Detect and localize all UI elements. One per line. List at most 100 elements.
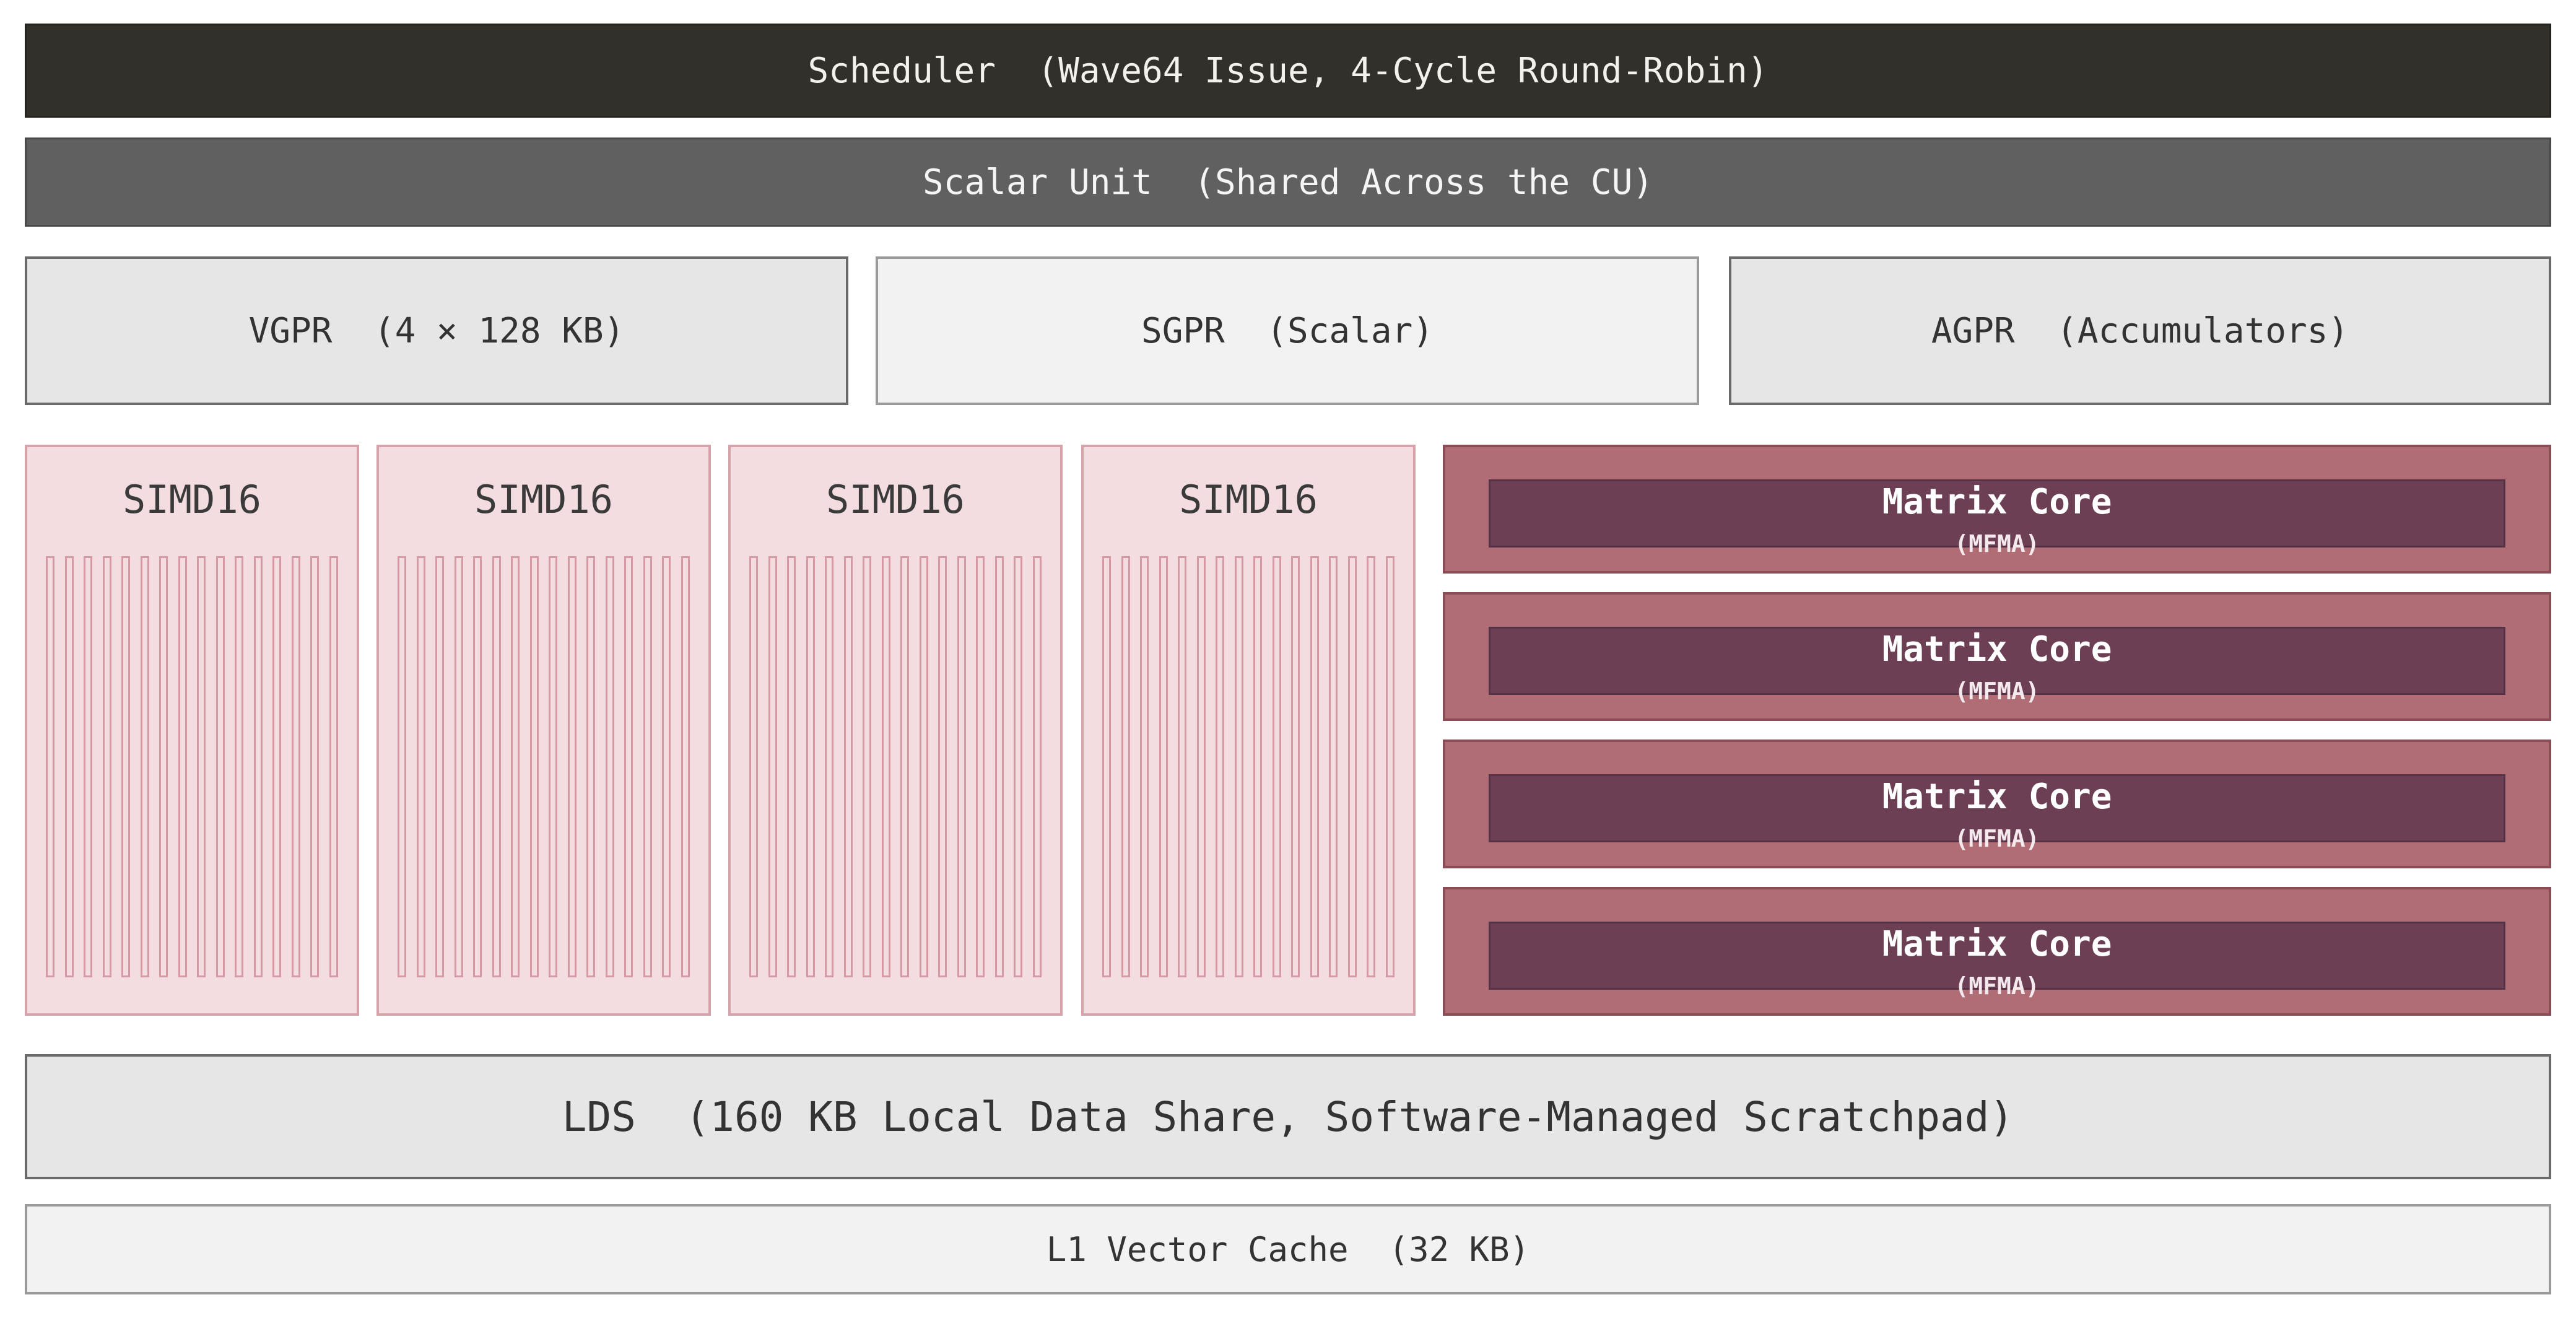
simd-lane xyxy=(64,556,74,977)
simd-lane xyxy=(900,556,910,977)
simd-lane xyxy=(1121,556,1130,977)
simd-lane xyxy=(398,556,406,977)
simd-lane xyxy=(121,556,131,977)
simd-lane xyxy=(806,556,815,977)
matrix-core-4: Matrix Core (MFMA) xyxy=(1443,887,2551,1016)
scheduler-block: Scheduler (Wave64 Issue, 4-Cycle Round-R… xyxy=(25,24,2551,118)
simd-lane xyxy=(159,556,168,977)
matrix-core-label: Matrix Core xyxy=(1882,924,2112,964)
simd-lane xyxy=(1310,556,1319,977)
simd-lane xyxy=(681,556,690,977)
sgpr-label: SGPR (Scalar) xyxy=(1141,310,1434,351)
simd-lane xyxy=(643,556,652,977)
matrix-core-sublabel: (MFMA) xyxy=(1954,678,2040,705)
simd-lane xyxy=(1102,556,1111,977)
simd-lane xyxy=(787,556,796,977)
simd-label: SIMD16 xyxy=(123,477,261,522)
simd-lanes xyxy=(398,556,690,977)
simd-unit-3: SIMD16 xyxy=(728,445,1063,1016)
simd-lane xyxy=(529,556,539,977)
simd-lane xyxy=(253,556,263,977)
matrix-core-sublabel: (MFMA) xyxy=(1954,530,2040,557)
simd-lane xyxy=(919,556,928,977)
simd-lane xyxy=(84,556,93,977)
matrix-core-1: Matrix Core (MFMA) xyxy=(1443,445,2551,574)
simd-unit-4: SIMD16 xyxy=(1081,445,1416,1016)
simd-lane xyxy=(235,556,244,977)
simd-lane xyxy=(197,556,206,977)
simd-lane xyxy=(435,556,445,977)
simd-lane xyxy=(329,556,338,977)
simd-lanes xyxy=(46,556,338,977)
simd-lane xyxy=(1014,556,1023,977)
scheduler-label: Scheduler (Wave64 Issue, 4-Cycle Round-R… xyxy=(807,50,1769,91)
simd-lane xyxy=(46,556,54,977)
simd-unit-2: SIMD16 xyxy=(376,445,711,1016)
simd-lane xyxy=(1178,556,1187,977)
simd-lane xyxy=(624,556,633,977)
simd-lanes xyxy=(1102,556,1395,977)
simd-lane xyxy=(178,556,187,977)
simd-lane xyxy=(291,556,300,977)
simd-lane xyxy=(957,556,966,977)
simd-lane xyxy=(454,556,463,977)
scalar-unit-label: Scalar Unit (Shared Across the CU) xyxy=(922,162,1654,203)
simd-label: SIMD16 xyxy=(826,477,965,522)
simd-label: SIMD16 xyxy=(1179,477,1318,522)
simd-lane xyxy=(215,556,225,977)
simd-lane xyxy=(1253,556,1263,977)
matrix-core-2: Matrix Core (MFMA) xyxy=(1443,592,2551,721)
l1-cache-label: L1 Vector Cache (32 KB) xyxy=(1046,1229,1530,1269)
simd-lane xyxy=(1216,556,1225,977)
simd-lane xyxy=(1032,556,1042,977)
simd-lane xyxy=(938,556,947,977)
matrix-core-label: Matrix Core xyxy=(1882,629,2112,670)
simd-lane xyxy=(881,556,890,977)
simd-lane xyxy=(473,556,482,977)
simd-lane xyxy=(549,556,558,977)
agpr-block: AGPR (Accumulators) xyxy=(1729,256,2551,405)
simd-lanes xyxy=(749,556,1042,977)
lds-label: LDS (160 KB Local Data Share, Software-M… xyxy=(562,1093,2014,1141)
simd-unit-1: SIMD16 xyxy=(25,445,359,1016)
simd-label: SIMD16 xyxy=(474,477,613,522)
simd-lane xyxy=(662,556,671,977)
simd-lane xyxy=(1367,556,1376,977)
simd-lane xyxy=(863,556,872,977)
simd-lane xyxy=(1385,556,1395,977)
simd-lane xyxy=(1140,556,1149,977)
simd-lane xyxy=(1329,556,1338,977)
simd-lane xyxy=(1159,556,1168,977)
simd-lane xyxy=(416,556,425,977)
simd-lane xyxy=(1291,556,1300,977)
simd-lane xyxy=(1347,556,1357,977)
simd-lane xyxy=(768,556,777,977)
simd-lane xyxy=(140,556,149,977)
simd-lane xyxy=(1234,556,1243,977)
l1-cache-block: L1 Vector Cache (32 KB) xyxy=(25,1204,2551,1294)
matrix-core-3: Matrix Core (MFMA) xyxy=(1443,740,2551,868)
simd-lane xyxy=(994,556,1004,977)
simd-lane xyxy=(492,556,501,977)
simd-lane xyxy=(843,556,853,977)
matrix-core-label: Matrix Core xyxy=(1882,482,2112,522)
matrix-core-sublabel: (MFMA) xyxy=(1954,825,2040,852)
scalar-unit-block: Scalar Unit (Shared Across the CU) xyxy=(25,137,2551,227)
matrix-core-label: Matrix Core xyxy=(1882,777,2112,817)
simd-lane xyxy=(749,556,758,977)
simd-lane xyxy=(586,556,596,977)
simd-lane xyxy=(976,556,985,977)
sgpr-block: SGPR (Scalar) xyxy=(876,256,1699,405)
vgpr-label: VGPR (4 × 128 KB) xyxy=(248,310,625,351)
simd-lane xyxy=(272,556,282,977)
matrix-core-sublabel: (MFMA) xyxy=(1954,972,2040,1000)
simd-lane xyxy=(511,556,520,977)
lds-block: LDS (160 KB Local Data Share, Software-M… xyxy=(25,1054,2551,1179)
agpr-label: AGPR (Accumulators) xyxy=(1931,310,2349,351)
simd-lane xyxy=(825,556,834,977)
simd-lane xyxy=(567,556,577,977)
vgpr-block: VGPR (4 × 128 KB) xyxy=(25,256,848,405)
simd-lane xyxy=(102,556,111,977)
simd-lane xyxy=(1272,556,1281,977)
simd-lane xyxy=(605,556,614,977)
